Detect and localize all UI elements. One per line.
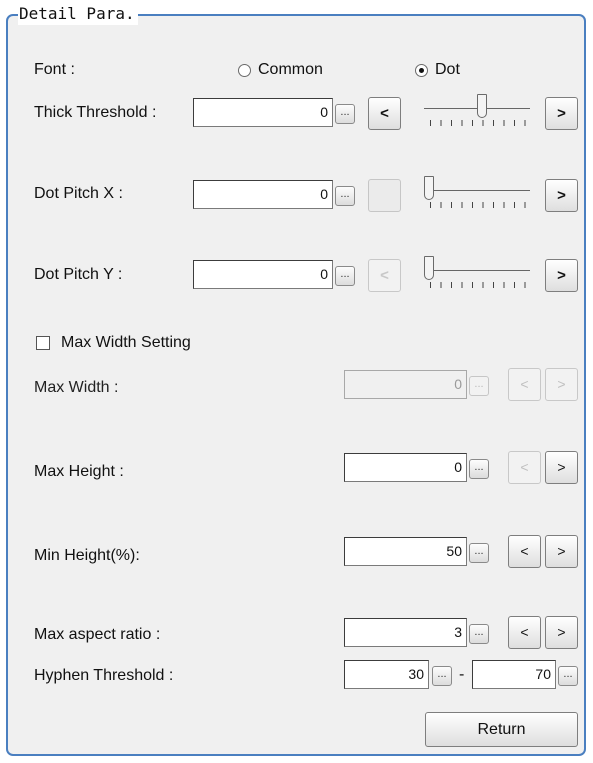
thick-threshold-more-button[interactable]: ... bbox=[335, 104, 355, 124]
dot-pitch-x-increment-button[interactable]: > bbox=[545, 179, 578, 212]
hyphen-threshold-separator: - bbox=[459, 666, 465, 683]
max-aspect-ratio-input[interactable]: 3 bbox=[344, 618, 467, 647]
slider-thumb[interactable] bbox=[424, 256, 434, 280]
slider-ticks bbox=[430, 120, 526, 126]
max-width-decrement-button[interactable]: < bbox=[508, 368, 541, 401]
max-width-setting-checkbox[interactable] bbox=[36, 336, 50, 350]
min-height-increment-button[interactable]: > bbox=[545, 535, 578, 568]
max-height-input[interactable]: 0 bbox=[344, 453, 467, 482]
hyphen-threshold-high-input[interactable]: 70 bbox=[472, 660, 556, 689]
thick-threshold-decrement-button[interactable]: < bbox=[368, 97, 401, 130]
max-width-label: Max Width : bbox=[34, 379, 119, 396]
dot-pitch-x-slider[interactable] bbox=[424, 172, 534, 212]
slider-track bbox=[424, 190, 530, 191]
max-aspect-ratio-more-button[interactable]: ... bbox=[469, 624, 489, 644]
slider-track bbox=[424, 270, 530, 271]
dot-pitch-x-more-button[interactable]: ... bbox=[335, 186, 355, 206]
dot-pitch-x-input[interactable]: 0 bbox=[193, 180, 333, 209]
return-button[interactable]: Return bbox=[425, 712, 578, 747]
font-dot-label[interactable]: Dot bbox=[435, 60, 460, 80]
max-height-more-button[interactable]: ... bbox=[469, 459, 489, 479]
slider-ticks bbox=[430, 202, 526, 208]
thick-threshold-slider[interactable] bbox=[424, 90, 534, 130]
hyphen-threshold-low-input[interactable]: 30 bbox=[344, 660, 429, 689]
hyphen-threshold-low-more-button[interactable]: ... bbox=[432, 666, 452, 686]
max-height-increment-button[interactable]: > bbox=[545, 451, 578, 484]
dot-pitch-x-decrement-button[interactable] bbox=[368, 179, 401, 212]
dot-pitch-x-label: Dot Pitch X : bbox=[34, 185, 123, 202]
dot-pitch-y-slider[interactable] bbox=[424, 252, 534, 292]
max-height-label: Max Height : bbox=[34, 463, 124, 480]
dot-pitch-y-increment-button[interactable]: > bbox=[545, 259, 578, 292]
max-aspect-ratio-increment-button[interactable]: > bbox=[545, 616, 578, 649]
max-aspect-ratio-label: Max aspect ratio : bbox=[34, 626, 161, 643]
thick-threshold-label: Thick Threshold : bbox=[34, 104, 157, 121]
font-dot-radio[interactable] bbox=[415, 64, 428, 77]
dot-pitch-y-more-button[interactable]: ... bbox=[335, 266, 355, 286]
panel-title: Detail Para. bbox=[18, 3, 138, 25]
max-aspect-ratio-decrement-button[interactable]: < bbox=[508, 616, 541, 649]
max-width-setting-label[interactable]: Max Width Setting bbox=[61, 333, 191, 353]
dot-pitch-y-decrement-button[interactable]: < bbox=[368, 259, 401, 292]
min-height-decrement-button[interactable]: < bbox=[508, 535, 541, 568]
min-height-more-button[interactable]: ... bbox=[469, 543, 489, 563]
font-common-label[interactable]: Common bbox=[258, 60, 323, 80]
min-height-label: Min Height(%): bbox=[34, 547, 140, 564]
thick-threshold-input[interactable]: 0 bbox=[193, 98, 333, 127]
thick-threshold-increment-button[interactable]: > bbox=[545, 97, 578, 130]
max-height-decrement-button[interactable]: < bbox=[508, 451, 541, 484]
max-width-increment-button[interactable]: > bbox=[545, 368, 578, 401]
min-height-input[interactable]: 50 bbox=[344, 537, 467, 566]
font-label: Font : bbox=[34, 61, 75, 78]
max-width-more-button[interactable]: ... bbox=[469, 376, 489, 396]
slider-thumb[interactable] bbox=[424, 176, 434, 200]
dot-pitch-y-label: Dot Pitch Y : bbox=[34, 266, 123, 283]
radio-selected-dot bbox=[419, 68, 424, 73]
font-common-radio[interactable] bbox=[238, 64, 251, 77]
slider-thumb[interactable] bbox=[477, 94, 487, 118]
max-width-input[interactable]: 0 bbox=[344, 370, 467, 399]
hyphen-threshold-label: Hyphen Threshold : bbox=[34, 667, 174, 684]
hyphen-threshold-high-more-button[interactable]: ... bbox=[558, 666, 578, 686]
dot-pitch-y-input[interactable]: 0 bbox=[193, 260, 333, 289]
slider-ticks bbox=[430, 282, 526, 288]
